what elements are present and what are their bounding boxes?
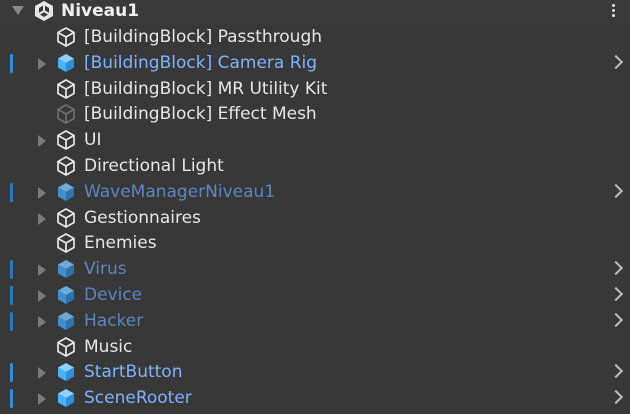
hierarchy-item[interactable]: [BuildingBlock] MR Utility Kit: [0, 76, 630, 102]
gameobject-cube-icon: [55, 207, 77, 229]
hierarchy-item[interactable]: Enemies: [0, 230, 630, 256]
chevron-right-icon[interactable]: [608, 364, 624, 379]
hierarchy-item[interactable]: Gestionnaires: [0, 205, 630, 231]
hierarchy-item-label: [BuildingBlock] Passthrough: [84, 27, 323, 47]
expand-arrow-icon[interactable]: [38, 264, 46, 277]
prefab-override-bar: [10, 53, 13, 73]
hierarchy-item[interactable]: SceneRooter: [0, 385, 630, 411]
hierarchy-item-label: Enemies: [84, 233, 157, 254]
scene-header[interactable]: Niveau1: [0, 0, 630, 22]
gameobject-cube-icon: [55, 78, 77, 100]
chevron-right-icon[interactable]: [608, 183, 624, 198]
fold-arrow-icon[interactable]: [12, 6, 24, 15]
prefab-override-bar: [10, 286, 13, 305]
prefab-cube-icon: [55, 310, 77, 332]
chevron-right-icon[interactable]: [608, 54, 624, 69]
prefab-override-bar: [10, 389, 13, 409]
hierarchy-item-label: [BuildingBlock] Effect Mesh: [84, 104, 317, 125]
chevron-right-icon[interactable]: [608, 286, 624, 302]
hierarchy-item-label: [BuildingBlock] Camera Rig: [84, 52, 318, 73]
hierarchy-item-label: Music: [84, 336, 133, 357]
gameobject-cube-icon: [55, 336, 77, 358]
hierarchy-item[interactable]: Music: [0, 334, 630, 360]
hierarchy-item[interactable]: StartButton: [0, 359, 630, 385]
gameobject-cube-icon: [55, 155, 77, 177]
hierarchy-item[interactable]: WaveManagerNiveau1: [0, 179, 630, 205]
hierarchy-item-label: Directional Light: [84, 156, 224, 176]
prefab-cube-icon: [55, 52, 77, 74]
prefab-override-bar: [10, 363, 13, 383]
expand-arrow-icon[interactable]: [38, 290, 46, 302]
hierarchy-item[interactable]: Virus: [0, 256, 630, 282]
expand-arrow-icon[interactable]: [38, 186, 46, 199]
hierarchy-item[interactable]: [BuildingBlock] Passthrough: [0, 24, 630, 50]
prefab-cube-icon: [55, 361, 77, 383]
prefab-cube-icon: [55, 181, 77, 203]
hierarchy-item-label: Virus: [84, 259, 127, 280]
hierarchy-panel: Niveau1 [BuildingBlock] Passthrough [Bui…: [0, 0, 630, 413]
hierarchy-item[interactable]: Device: [0, 282, 630, 308]
prefab-cube-icon: [55, 387, 77, 409]
gameobject-cube-icon: [55, 232, 77, 254]
gameobject-cube-icon: [55, 129, 77, 151]
unity-scene-icon: [33, 0, 55, 27]
kebab-menu-icon[interactable]: [610, 2, 616, 20]
hierarchy-item-label: StartButton: [84, 362, 183, 383]
chevron-right-icon[interactable]: [608, 390, 624, 405]
hierarchy-item-label: Gestionnaires: [84, 207, 201, 228]
hierarchy-item-label: SceneRooter: [84, 388, 192, 409]
prefab-cube-icon: [55, 284, 77, 306]
hierarchy-item-label: Device: [84, 285, 143, 305]
expand-arrow-icon[interactable]: [38, 135, 46, 148]
hierarchy-item[interactable]: [BuildingBlock] Effect Mesh: [0, 101, 630, 127]
chevron-right-icon[interactable]: [608, 261, 624, 276]
expand-arrow-icon[interactable]: [38, 315, 46, 328]
hierarchy-item-label: WaveManagerNiveau1: [84, 181, 276, 202]
prefab-override-bar: [10, 260, 13, 280]
hierarchy-item-label: UI: [84, 130, 102, 151]
gameobject-cube-icon: [55, 103, 77, 125]
gameobject-cube-icon: [55, 26, 77, 48]
prefab-override-bar: [10, 311, 13, 331]
hierarchy-item[interactable]: UI: [0, 127, 630, 153]
expand-arrow-icon[interactable]: [38, 212, 46, 225]
hierarchy-item[interactable]: [BuildingBlock] Camera Rig: [0, 50, 630, 76]
hierarchy-item[interactable]: Hacker: [0, 308, 630, 334]
hierarchy-item-label: [BuildingBlock] MR Utility Kit: [84, 78, 328, 99]
scene-title: Niveau1: [61, 1, 140, 21]
chevron-right-icon[interactable]: [608, 312, 624, 327]
expand-arrow-icon[interactable]: [38, 367, 46, 380]
prefab-cube-icon: [55, 258, 77, 280]
prefab-override-bar: [10, 182, 13, 202]
hierarchy-item[interactable]: Directional Light: [0, 153, 630, 179]
expand-arrow-icon[interactable]: [38, 393, 46, 406]
expand-arrow-icon[interactable]: [38, 57, 46, 70]
hierarchy-item-label: Hacker: [84, 310, 144, 331]
